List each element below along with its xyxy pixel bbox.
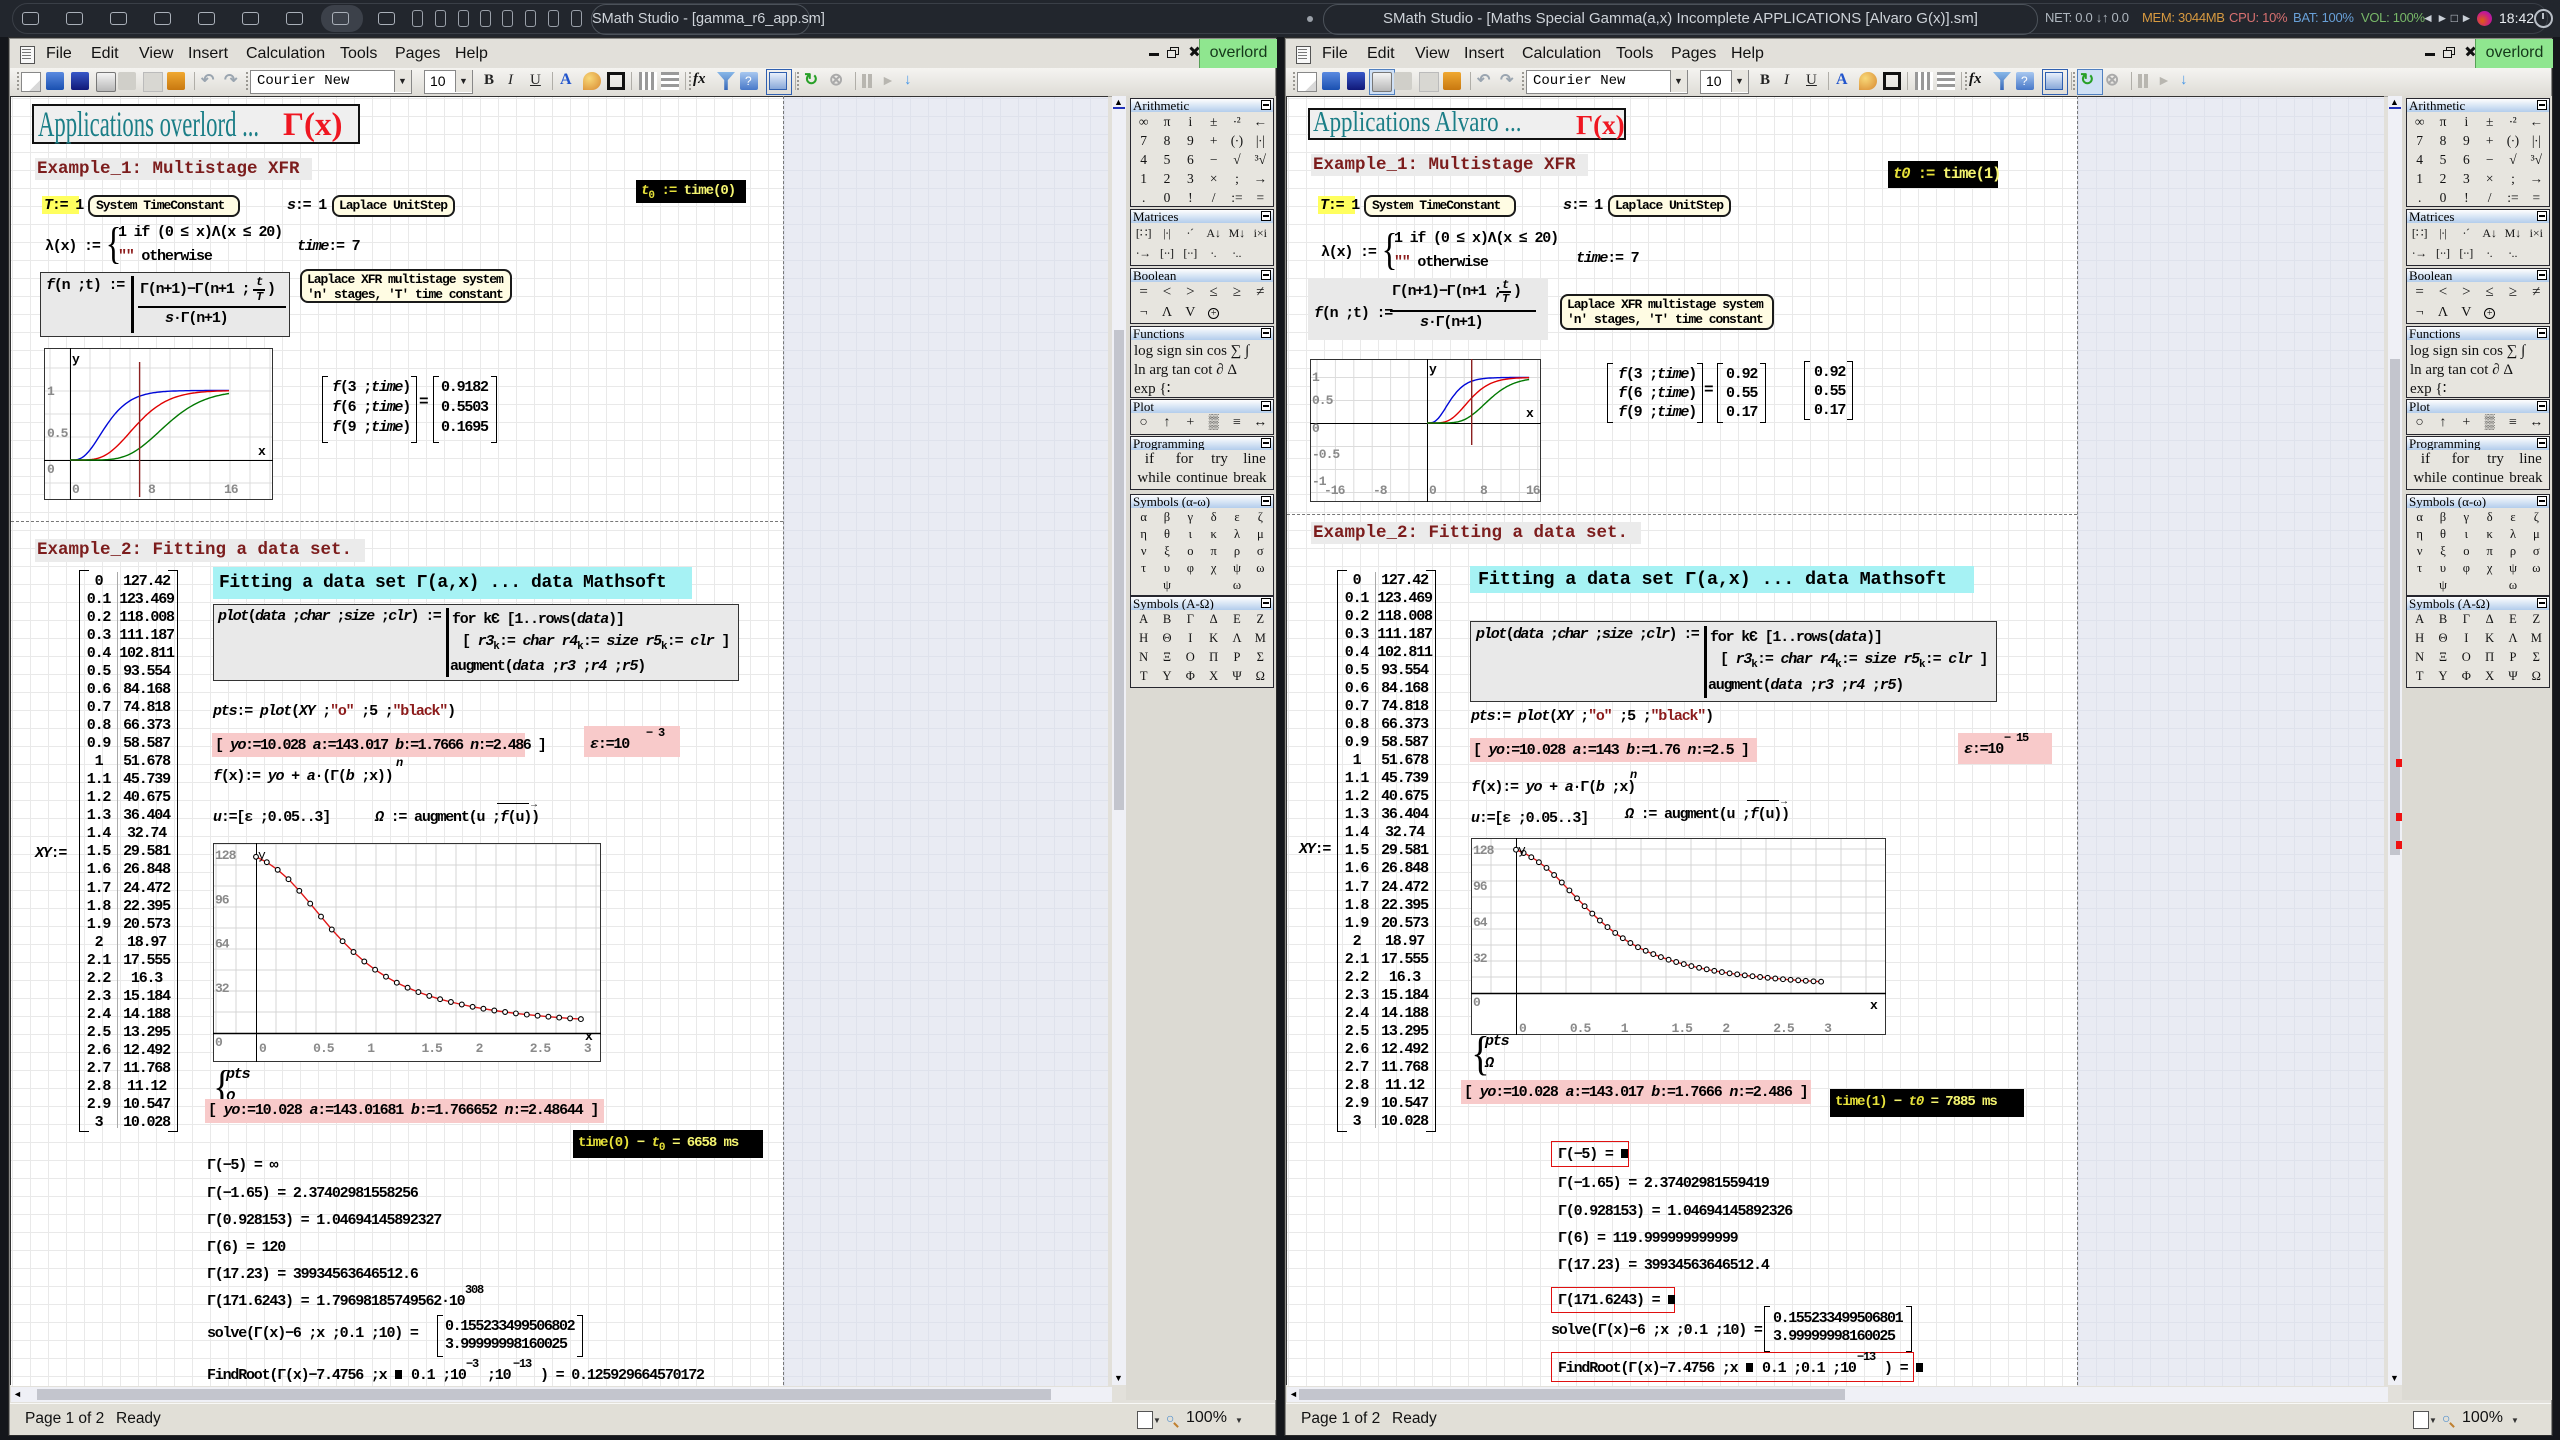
- svg-text:2.5: 2.5: [1773, 1021, 1795, 1035]
- svg-text:0: 0: [72, 482, 80, 497]
- svg-text:y: y: [1518, 843, 1526, 858]
- svg-text:64: 64: [1473, 915, 1488, 930]
- svg-text:128: 128: [1473, 843, 1495, 858]
- svg-text:x: x: [1526, 406, 1534, 421]
- svg-text:2: 2: [1722, 1021, 1730, 1035]
- svg-text:1.5: 1.5: [421, 1041, 443, 1056]
- svg-text:1.5: 1.5: [1672, 1021, 1694, 1035]
- svg-text:0: 0: [1312, 421, 1320, 436]
- svg-text:x: x: [258, 444, 266, 459]
- svg-text:y: y: [72, 352, 80, 367]
- svg-text:y: y: [1429, 362, 1437, 377]
- svg-text:0: 0: [1519, 1021, 1527, 1035]
- svg-text:0: 0: [1429, 483, 1437, 498]
- svg-text:0: 0: [1473, 995, 1481, 1010]
- svg-text:2.5: 2.5: [530, 1041, 552, 1056]
- svg-text:1: 1: [367, 1041, 375, 1056]
- svg-text:96: 96: [1473, 879, 1488, 894]
- svg-text:0.5: 0.5: [1570, 1021, 1592, 1035]
- svg-text:32: 32: [1473, 951, 1488, 966]
- svg-text:1: 1: [47, 384, 55, 399]
- svg-text:0: 0: [47, 462, 55, 477]
- svg-text:x: x: [585, 1029, 593, 1044]
- svg-text:16: 16: [1526, 483, 1541, 498]
- svg-text:1: 1: [1621, 1021, 1629, 1035]
- svg-text:16: 16: [224, 482, 239, 497]
- svg-text:8: 8: [148, 482, 156, 497]
- svg-text:0: 0: [259, 1041, 267, 1056]
- svg-text:0.5: 0.5: [1312, 393, 1334, 408]
- svg-text:y: y: [258, 848, 266, 863]
- svg-text:96: 96: [215, 892, 230, 907]
- svg-text:0.5: 0.5: [47, 426, 69, 441]
- svg-text:-8: -8: [1373, 483, 1388, 498]
- svg-text:-0.5: -0.5: [1312, 447, 1340, 462]
- svg-text:8: 8: [1480, 483, 1488, 498]
- svg-text:0: 0: [215, 1035, 223, 1050]
- svg-text:128: 128: [215, 848, 237, 863]
- svg-text:2: 2: [476, 1041, 484, 1056]
- svg-text:3: 3: [1824, 1021, 1832, 1035]
- svg-text:x: x: [1870, 998, 1878, 1013]
- svg-text:1: 1: [1312, 370, 1320, 385]
- svg-text:64: 64: [215, 937, 230, 952]
- svg-text:0.5: 0.5: [313, 1041, 335, 1056]
- svg-text:-16: -16: [1324, 483, 1346, 498]
- svg-text:32: 32: [215, 981, 230, 996]
